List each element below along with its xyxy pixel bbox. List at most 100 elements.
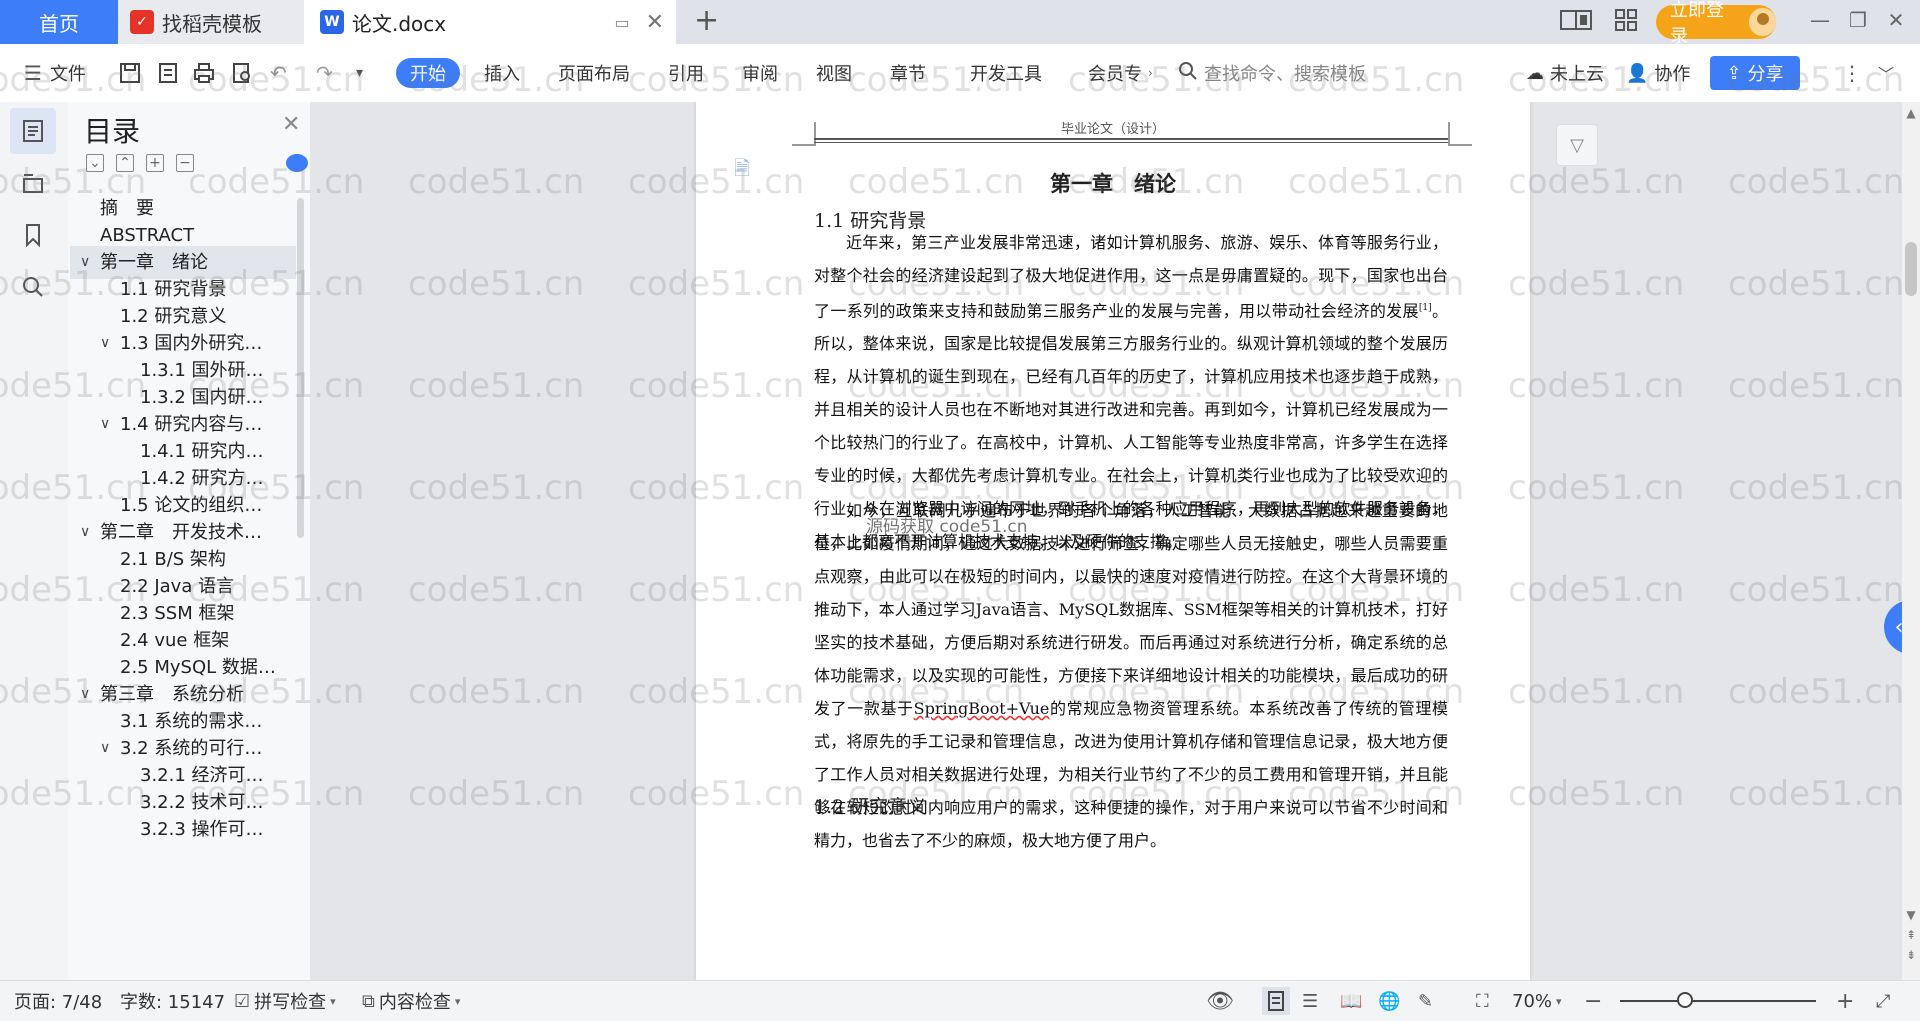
cloud-status-label: 未上云 [1550,64,1604,85]
write-mode-icon[interactable]: ✎ [1418,981,1433,1021]
close-tab-icon[interactable]: ✕ [646,10,664,35]
overlay-watermark-text: 源码获取 code51.cn [866,517,1028,537]
document-page[interactable]: 毕业论文（设计） 🗎 第一章 绪论 1.1 研究背景 近年来，第三产业发展非常迅… [696,102,1530,980]
tab-home-label: 首页 [39,11,79,36]
more-options-icon[interactable]: ⋮ [1842,58,1862,88]
zoom-level[interactable]: 70% ▾ [1512,981,1562,1021]
reading-mode-icon[interactable]: 📖 [1340,981,1362,1021]
toc-item[interactable]: 3.2.3 操作可… [70,813,296,846]
tab-insert[interactable]: 插入 [484,58,520,88]
tab-templates-label: 找稻壳模板 [162,11,262,36]
file-menu-label: 文件 [49,64,86,85]
tab-page-layout[interactable]: 页面布局 [558,58,630,88]
search-icon [1178,61,1198,86]
collaborate-button[interactable]: 👤 协作 [1626,58,1690,88]
content-check-icon: ⧉ [362,990,375,1012]
print-icon[interactable] [192,58,216,88]
restore-icon[interactable]: ❐ [1844,8,1872,32]
command-search[interactable]: 查找命令、搜索模板 [1178,58,1366,88]
web-view-icon[interactable]: 🌐 [1378,981,1400,1021]
export-pdf-icon[interactable] [156,58,180,88]
grid-apps-icon[interactable] [1610,9,1642,33]
tab-developer[interactable]: 开发工具 [970,58,1042,88]
outline-view-icon[interactable]: ☰ [1302,981,1318,1021]
content-check-label: 内容检查 [378,992,451,1013]
spelling-flag-text: SpringBoot+Vue [913,699,1050,718]
find-icon[interactable] [10,264,56,310]
share-button[interactable]: ⇪ 分享 [1710,56,1800,90]
undo-icon[interactable]: ↶ [270,58,287,88]
monitor-icon[interactable]: ▭ [614,13,629,32]
scroll-thumb[interactable] [1905,242,1917,296]
minimize-icon[interactable]: — [1806,8,1834,32]
scroll-up-icon[interactable]: ▲ [1904,106,1918,120]
toc-panel-icon[interactable] [10,108,56,154]
fit-page-icon[interactable]: ⛶ [1476,981,1489,1021]
collapse-ribbon-icon[interactable]: ﹀ [1878,58,1894,88]
toc-panel: 目录 ✕ ⌄ ⌃ + − 摘 要 ABSTRACT ∨ 第一章 绪论 1.1 研究背景 1… [68,102,311,980]
zoom-value: 70% [1512,990,1553,1012]
word-count[interactable]: 字数: 15147 [120,981,225,1021]
spell-check-button[interactable]: ☑ 拼写检查 ▾ [234,981,336,1021]
collapse-all-icon[interactable]: ⌃ [116,154,134,172]
user-icon: 👤 [1626,62,1649,84]
add-heading-icon[interactable]: + [146,154,164,172]
redo-icon[interactable]: ↷ [316,58,333,88]
side-panel-toggle[interactable]: ‹ [1884,600,1902,654]
zoom-in-icon[interactable]: + [1836,981,1854,1021]
section-title: 1.2 研究意义 [814,796,927,818]
ai-assistant-icon[interactable] [286,154,308,172]
more-tabs-icon: › [1148,66,1153,80]
layout-icon[interactable] [1560,9,1592,33]
prev-page-icon[interactable]: ⇞ [1904,928,1918,942]
expand-all-icon[interactable]: ⌄ [86,154,104,172]
login-label: 立即登录 [1670,0,1724,47]
save-icon[interactable] [118,58,142,88]
file-menu[interactable]: ☰ 文件 [24,58,86,88]
status-bar: 页面: 7/48 字数: 15147 ☑ 拼写检查 ▾ ⧉ 内容检查 ▾ 👁 ☰… [0,980,1920,1021]
tab-review[interactable]: 审阅 [742,58,778,88]
quick-access-dropdown-icon[interactable]: ▾ [356,58,363,88]
vertical-scrollbar[interactable]: ▲ ▼ ⇞ ⇟ [1902,102,1920,980]
remove-heading-icon[interactable]: − [176,154,194,172]
navigation-icon[interactable] [10,160,56,206]
float-panel-button[interactable]: ▽ [1556,124,1598,166]
tab-templates[interactable]: ✓ 找稻壳模板 [118,0,304,44]
tab-home[interactable]: 首页 [0,0,118,44]
zoom-slider-track[interactable] [1620,1000,1816,1002]
tab-references[interactable]: 引用 [668,58,704,88]
tab-document[interactable]: W 论文.docx ▭ ✕ [304,0,676,44]
zoom-out-icon[interactable]: − [1584,981,1602,1021]
next-page-icon[interactable]: ⇟ [1904,948,1918,962]
chevron-down-icon: ▾ [454,994,461,1008]
tab-member-label: 会员专 [1088,64,1142,85]
tab-view[interactable]: 视图 [816,58,852,88]
zoom-slider-handle[interactable] [1677,992,1693,1008]
spell-check-label: 拼写检查 [254,992,327,1013]
search-placeholder: 查找命令、搜索模板 [1204,64,1366,85]
tab-bar: 首页 ✓ 找稻壳模板 W 论文.docx ▭ ✕ + 立即登录 — ❐ ✕ [0,0,1920,47]
cloud-status[interactable]: ☁ 未上云 [1526,58,1604,88]
eye-protection-icon[interactable]: 👁 [1206,981,1234,1021]
chevron-down-icon: ▾ [1556,994,1562,1008]
bookmark-icon[interactable] [10,212,56,258]
toc-scrollbar[interactable] [297,198,304,538]
close-icon[interactable]: ✕ [282,112,300,137]
scroll-down-icon[interactable]: ▼ [1904,908,1918,922]
collaborate-label: 协作 [1654,64,1691,85]
header-rule [814,138,1448,140]
close-window-icon[interactable]: ✕ [1882,8,1910,32]
login-button[interactable]: 立即登录 [1656,0,1776,47]
page-counter[interactable]: 页面: 7/48 [14,981,102,1021]
avatar [1748,8,1776,36]
page-view-icon[interactable] [1262,981,1290,1021]
cloud-icon: ☁ [1526,62,1544,84]
left-rail [0,102,69,980]
tab-section[interactable]: 章节 [890,58,926,88]
tab-start[interactable]: 开始 [396,58,460,88]
fullscreen-icon[interactable]: ⤢ [1876,981,1890,1021]
tab-member[interactable]: 会员专 › [1088,58,1153,88]
content-check-button[interactable]: ⧉ 内容检查 ▾ [362,981,460,1021]
print-preview-icon[interactable] [230,58,254,88]
new-tab-button[interactable]: + [694,6,719,36]
